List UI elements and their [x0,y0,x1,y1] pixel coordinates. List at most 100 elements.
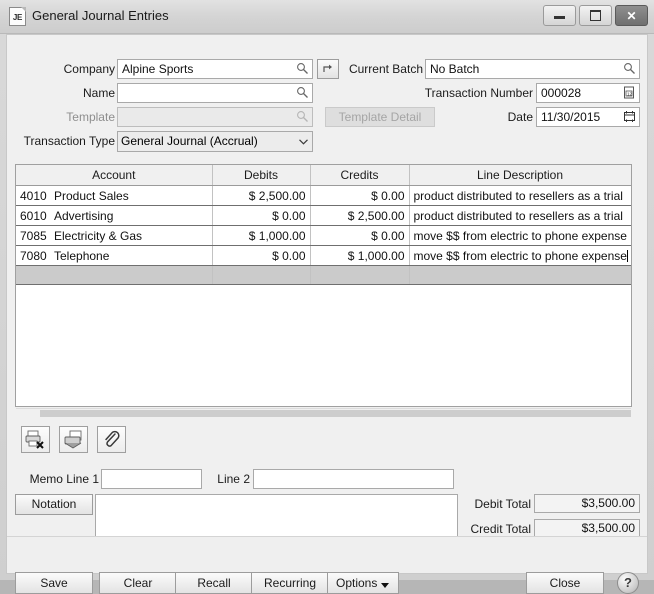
cell-debit-empty[interactable] [212,266,310,285]
cell-description[interactable]: product distributed to resellers as a tr… [409,186,631,206]
printer-icon [63,430,84,449]
grid-horizontal-scrollbar[interactable] [16,408,631,418]
transaction-type-select[interactable]: General Journal (Accrual) [117,131,313,152]
magnifier-icon[interactable] [295,62,310,77]
cell-description[interactable]: move $$ from electric to phone expense [409,226,631,246]
account-name: Advertising [54,209,113,223]
journal-entry-grid[interactable]: Account Debits Credits Line Description … [15,164,632,407]
magnifier-icon [295,110,310,125]
client-area: Company Alpine Sports Name Template [6,34,648,574]
memo-line2-field[interactable] [253,469,454,489]
transaction-type-value: General Journal (Accrual) [121,134,258,148]
cell-debit[interactable]: $ 1,000.00 [212,226,310,246]
close-icon: ✕ [616,6,647,25]
close-button[interactable]: Close [526,572,604,594]
minimize-button[interactable] [543,5,576,26]
window-controls: ✕ [543,5,648,26]
delete-print-button[interactable] [21,426,50,453]
recurring-button[interactable]: Recurring [251,572,329,594]
attach-button[interactable] [97,426,126,453]
account-number: 7085 [20,229,54,243]
print-button[interactable] [59,426,88,453]
account-number: 4010 [20,189,54,203]
cell-description-active[interactable]: move $$ from electric to phone expense [409,246,631,266]
name-field[interactable] [117,83,313,103]
notation-button[interactable]: Notation [15,494,93,515]
cell-account[interactable]: 7085Electricity & Gas [16,226,212,246]
cell-account-empty[interactable] [16,266,212,285]
table-row[interactable]: 7085Electricity & Gas $ 1,000.00 $ 0.00 … [16,226,631,246]
maximize-button[interactable] [579,5,612,26]
svg-text:12: 12 [627,91,633,96]
memo-line2-label: Line 2 [205,472,250,486]
cell-debit[interactable]: $ 0.00 [212,206,310,226]
cell-description-empty[interactable] [409,266,631,285]
save-button[interactable]: Save [15,572,93,594]
column-header-line-description[interactable]: Line Description [409,165,631,186]
date-field[interactable]: 11/30/2015 [536,107,640,127]
current-batch-value: No Batch [428,60,637,78]
transaction-number-field[interactable]: 000028 12 [536,83,640,103]
refresh-button[interactable] [317,59,339,79]
account-number: 7080 [20,249,54,263]
cell-credit[interactable]: $ 2,500.00 [310,206,409,226]
template-label: Template [7,110,115,124]
company-field[interactable]: Alpine Sports [117,59,313,79]
column-header-debits[interactable]: Debits [212,165,310,186]
current-batch-label: Current Batch [337,62,423,76]
account-name: Telephone [54,249,109,263]
cell-debit[interactable]: $ 0.00 [212,246,310,266]
account-number: 6010 [20,209,54,223]
document-number-icon[interactable]: 12 [622,86,637,101]
cell-account[interactable]: 7080Telephone [16,246,212,266]
options-button-label: Options [336,576,377,590]
scrollbar-thumb[interactable] [40,410,631,417]
chevron-down-icon [299,139,307,144]
general-journal-entries-window: JE General Journal Entries ✕ Company Alp… [0,0,654,580]
cell-credit-empty[interactable] [310,266,409,285]
maximize-icon [590,10,601,21]
table-row[interactable]: 7080Telephone $ 0.00 $ 1,000.00 move $$ … [16,246,631,266]
memo-line1-field[interactable] [101,469,202,489]
notation-value [96,495,457,499]
current-batch-field[interactable]: No Batch [425,59,640,79]
magnifier-icon[interactable] [622,62,637,77]
cell-description-text: move $$ from electric to phone expense [414,249,627,263]
company-label: Company [7,62,115,76]
column-header-credits[interactable]: Credits [310,165,409,186]
cell-description[interactable]: product distributed to resellers as a tr… [409,206,631,226]
table-row-empty[interactable] [16,266,631,285]
printer-delete-icon [25,430,46,449]
calendar-icon[interactable] [622,110,637,125]
cell-credit[interactable]: $ 0.00 [310,226,409,246]
date-label: Date [337,110,533,124]
debit-total-value: $3,500.00 [534,494,640,513]
recall-button[interactable]: Recall [175,572,253,594]
cell-account[interactable]: 4010Product Sales [16,186,212,206]
minimize-icon [554,16,565,19]
options-button[interactable]: Options [327,572,399,594]
help-icon[interactable]: ? [617,572,639,594]
column-header-account[interactable]: Account [16,165,212,186]
paperclip-icon [101,430,122,449]
cell-credit[interactable]: $ 0.00 [310,186,409,206]
table-row[interactable]: 4010Product Sales $ 2,500.00 $ 0.00 prod… [16,186,631,206]
cell-debit[interactable]: $ 2,500.00 [212,186,310,206]
clear-button[interactable]: Clear [99,572,177,594]
account-name: Product Sales [54,189,129,203]
title-bar: JE General Journal Entries ✕ [0,0,654,34]
magnifier-icon[interactable] [295,86,310,101]
window-title: General Journal Entries [32,8,169,23]
close-window-button[interactable]: ✕ [615,5,648,26]
cell-credit[interactable]: $ 1,000.00 [310,246,409,266]
action-bar [7,536,647,573]
table-row[interactable]: 6010Advertising $ 0.00 $ 2,500.00 produc… [16,206,631,226]
refresh-arrow-icon [322,63,334,75]
account-name: Electricity & Gas [54,229,142,243]
transaction-type-label: Transaction Type [7,134,115,148]
template-field[interactable] [117,107,313,127]
chevron-down-icon [381,583,389,588]
company-value: Alpine Sports [120,60,310,78]
transaction-number-label: Transaction Number [337,86,533,100]
cell-account[interactable]: 6010Advertising [16,206,212,226]
